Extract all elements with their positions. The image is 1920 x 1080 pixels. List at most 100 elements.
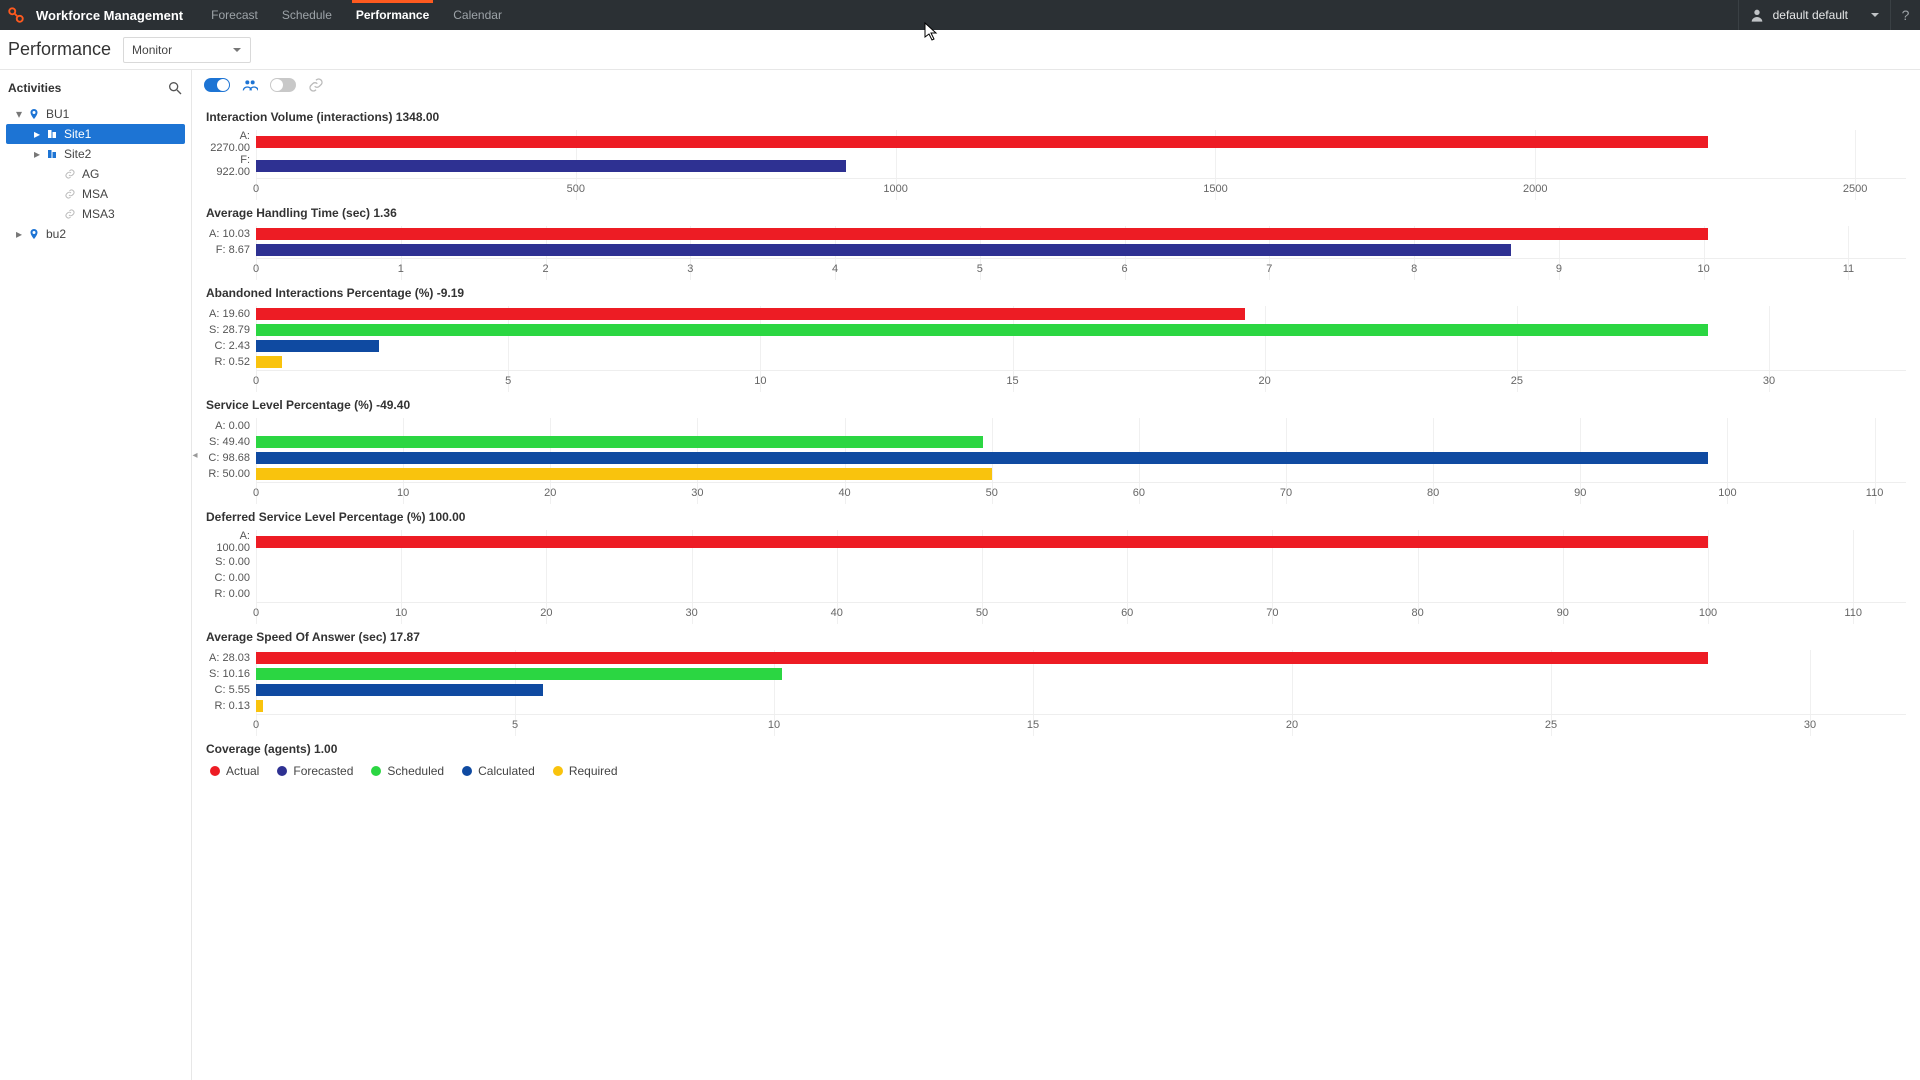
chart-block: Average Handling Time (sec) 1.36A: 10.03… <box>206 206 1906 280</box>
tree-node-label: AG <box>82 167 99 181</box>
legend-item: Actual <box>210 764 259 778</box>
tree-node-site2[interactable]: ▸Site2 <box>6 144 185 164</box>
chart-row-label: A: 28.03 <box>206 652 256 664</box>
chart-row: F: 8.67 <box>206 242 1906 258</box>
chart-row: R: 0.00 <box>206 586 1906 602</box>
axis-tick: 20 <box>540 607 552 619</box>
axis-tick: 15 <box>1006 375 1018 387</box>
axis-tick: 1000 <box>883 183 907 195</box>
toggle-1[interactable] <box>204 78 230 92</box>
chart-bar <box>256 160 846 172</box>
link-icon[interactable] <box>308 77 324 93</box>
mode-dropdown[interactable]: Monitor <box>123 37 251 63</box>
axis-tick: 20 <box>544 487 556 499</box>
axis-tick: 4 <box>832 263 838 275</box>
tree-node-site1[interactable]: ▸Site1 <box>6 124 185 144</box>
axis-tick: 50 <box>976 607 988 619</box>
search-icon[interactable] <box>167 80 183 96</box>
chart-legend: ActualForecastedScheduledCalculatedRequi… <box>206 764 1906 778</box>
chart-bar <box>256 536 1708 548</box>
axis-tick: 2500 <box>1843 183 1867 195</box>
axis-tick: 10 <box>395 607 407 619</box>
chart-row-label: A: 10.03 <box>206 228 256 240</box>
toggle-2[interactable] <box>270 78 296 92</box>
tree-node-msa3[interactable]: MSA3 <box>6 204 185 224</box>
chart-title: Deferred Service Level Percentage (%) 10… <box>206 510 1906 524</box>
chart-row-label: A: 19.60 <box>206 308 256 320</box>
axis-tick: 2 <box>542 263 548 275</box>
chart-row: S: 0.00 <box>206 554 1906 570</box>
expander-icon[interactable]: ▸ <box>30 127 44 141</box>
chevron-down-icon <box>232 45 242 55</box>
tree-node-msa[interactable]: MSA <box>6 184 185 204</box>
axis-tick: 80 <box>1411 607 1423 619</box>
chart-track <box>256 698 1906 714</box>
expander-icon[interactable]: ▾ <box>12 107 26 121</box>
chart-row: A: 19.60 <box>206 306 1906 322</box>
axis-tick: 50 <box>986 487 998 499</box>
axis-tick: 30 <box>691 487 703 499</box>
axis-tick: 40 <box>831 607 843 619</box>
axis-tick: 60 <box>1121 607 1133 619</box>
nav-schedule[interactable]: Schedule <box>270 0 344 30</box>
chart-block: Average Speed Of Answer (sec) 17.87A: 28… <box>206 630 1906 736</box>
site-icon <box>44 128 60 140</box>
user-menu[interactable]: default default <box>1738 0 1890 30</box>
pin-icon <box>26 108 42 120</box>
chart-row: C: 0.00 <box>206 570 1906 586</box>
expander-icon[interactable]: ▸ <box>12 227 26 241</box>
chart-track <box>256 242 1906 258</box>
axis-tick: 60 <box>1133 487 1145 499</box>
axis-tick: 100 <box>1718 487 1736 499</box>
chart-row: C: 2.43 <box>206 338 1906 354</box>
sidebar-collapser[interactable]: ◂ <box>192 440 200 470</box>
axis-tick: 25 <box>1545 719 1557 731</box>
axis-tick: 100 <box>1699 607 1717 619</box>
axis-tick: 110 <box>1844 607 1862 619</box>
axis-tick: 11 <box>1843 263 1854 275</box>
axis-tick: 90 <box>1557 607 1569 619</box>
tree-node-bu2[interactable]: ▸bu2 <box>6 224 185 244</box>
chart-row-label: C: 2.43 <box>206 340 256 352</box>
nav-calendar[interactable]: Calendar <box>441 0 514 30</box>
chart-track <box>256 554 1906 570</box>
chart-bar <box>256 436 983 448</box>
nav-performance[interactable]: Performance <box>344 0 441 30</box>
help-button[interactable]: ? <box>1890 0 1920 30</box>
axis-tick: 30 <box>685 607 697 619</box>
axis-tick: 5 <box>505 375 511 387</box>
axis-tick: 0 <box>253 719 259 731</box>
tree-node-ag[interactable]: AG <box>6 164 185 184</box>
axis-tick: 2000 <box>1523 183 1547 195</box>
axis-tick: 40 <box>838 487 850 499</box>
axis-tick: 25 <box>1511 375 1523 387</box>
chart-row-label: S: 0.00 <box>206 556 256 568</box>
axis-tick: 5 <box>512 719 518 731</box>
axis-tick: 15 <box>1027 719 1039 731</box>
user-name: default default <box>1773 8 1848 22</box>
tree-node-bu1[interactable]: ▾BU1 <box>6 104 185 124</box>
activities-sidebar: Activities ▾BU1▸Site1▸Site2AGMSAMSA3▸bu2 <box>0 70 192 1080</box>
tree-node-label: MSA <box>82 187 108 201</box>
nav-forecast[interactable]: Forecast <box>199 0 270 30</box>
chart-bar <box>256 136 1708 148</box>
chart-row-label: F: 8.67 <box>206 244 256 256</box>
chart-row: R: 50.00 <box>206 466 1906 482</box>
chart-row-label: A: 2270.00 <box>206 130 256 154</box>
axis-tick: 20 <box>1286 719 1298 731</box>
chart-row-label: C: 98.68 <box>206 452 256 464</box>
people-icon[interactable] <box>242 77 258 93</box>
axis-tick: 1 <box>398 263 404 275</box>
axis-tick: 10 <box>397 487 409 499</box>
axis-tick: 0 <box>253 607 259 619</box>
user-icon <box>1749 7 1765 23</box>
chart-bar <box>256 468 992 480</box>
chart-track <box>256 570 1906 586</box>
chart-track <box>256 586 1906 602</box>
chart-title: Coverage (agents) 1.00 <box>206 742 1906 756</box>
expander-icon[interactable]: ▸ <box>30 147 44 161</box>
chart-row: F: 922.00 <box>206 154 1906 178</box>
chart-title: Interaction Volume (interactions) 1348.0… <box>206 110 1906 124</box>
brand-logo[interactable] <box>0 0 32 30</box>
chart-row: A: 0.00 <box>206 418 1906 434</box>
